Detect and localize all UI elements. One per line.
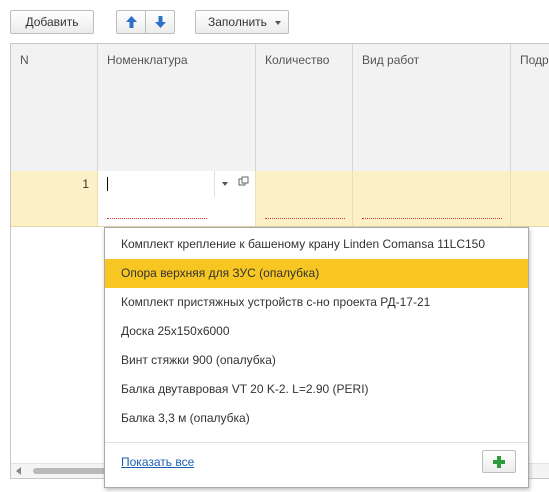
- dropdown-item[interactable]: Комплект пристяжных устройств с-но проек…: [105, 288, 528, 317]
- arrow-down-icon: [155, 16, 166, 28]
- required-underline: [107, 218, 207, 219]
- dropdown-toggle[interactable]: [214, 171, 235, 197]
- quantity-cell[interactable]: [256, 171, 353, 226]
- table-row[interactable]: 1: [11, 171, 549, 227]
- dropdown-item[interactable]: Балка двутавровая VT 20 K-2. L=2.90 (PER…: [105, 375, 528, 404]
- add-button[interactable]: Добавить: [10, 10, 94, 34]
- dropdown-item[interactable]: Балка 3,3 м (опалубка): [105, 404, 528, 433]
- dropdown-item[interactable]: Винт стяжки 900 (опалубка): [105, 346, 528, 375]
- scroll-left-icon[interactable]: [16, 467, 21, 475]
- column-header-quantity[interactable]: Количество: [256, 44, 353, 171]
- column-header-division[interactable]: Подр: [511, 44, 549, 171]
- plus-icon: [493, 456, 505, 468]
- column-header-n[interactable]: N: [11, 44, 98, 171]
- row-number: 1: [11, 171, 98, 226]
- fill-button[interactable]: Заполнить: [195, 10, 289, 34]
- open-icon[interactable]: [238, 176, 249, 190]
- show-all-link[interactable]: Показать все: [121, 455, 194, 469]
- division-cell[interactable]: [511, 171, 549, 226]
- work-type-cell[interactable]: [353, 171, 511, 226]
- dropdown-item[interactable]: Комплект крепление к башеному крану Lind…: [105, 230, 528, 259]
- required-underline: [265, 218, 345, 219]
- table-header: N Номенклатура Количество Вид работ Подр: [11, 44, 549, 172]
- fill-button-label: Заполнить: [208, 15, 267, 29]
- dropdown-divider: [105, 442, 528, 443]
- required-underline: [362, 218, 502, 219]
- nomenclature-input[interactable]: [98, 171, 256, 226]
- column-header-work-type[interactable]: Вид работ: [353, 44, 511, 171]
- dropdown-item[interactable]: Доска 25х150х6000: [105, 317, 528, 346]
- scrollbar-thumb[interactable]: [33, 468, 113, 474]
- text-cursor: [107, 177, 108, 191]
- move-down-button[interactable]: [145, 10, 175, 34]
- create-new-button[interactable]: [482, 450, 516, 473]
- dropdown-item-selected[interactable]: Опора верхняя для ЗУС (опалубка): [105, 259, 528, 288]
- autocomplete-dropdown: Комплект крепление к башеному крану Lind…: [104, 227, 529, 488]
- move-up-button[interactable]: [116, 10, 146, 34]
- chevron-down-icon: [275, 21, 281, 25]
- arrow-up-icon: [126, 16, 137, 28]
- chevron-down-icon: [222, 182, 228, 186]
- column-header-nomenclature[interactable]: Номенклатура: [98, 44, 256, 171]
